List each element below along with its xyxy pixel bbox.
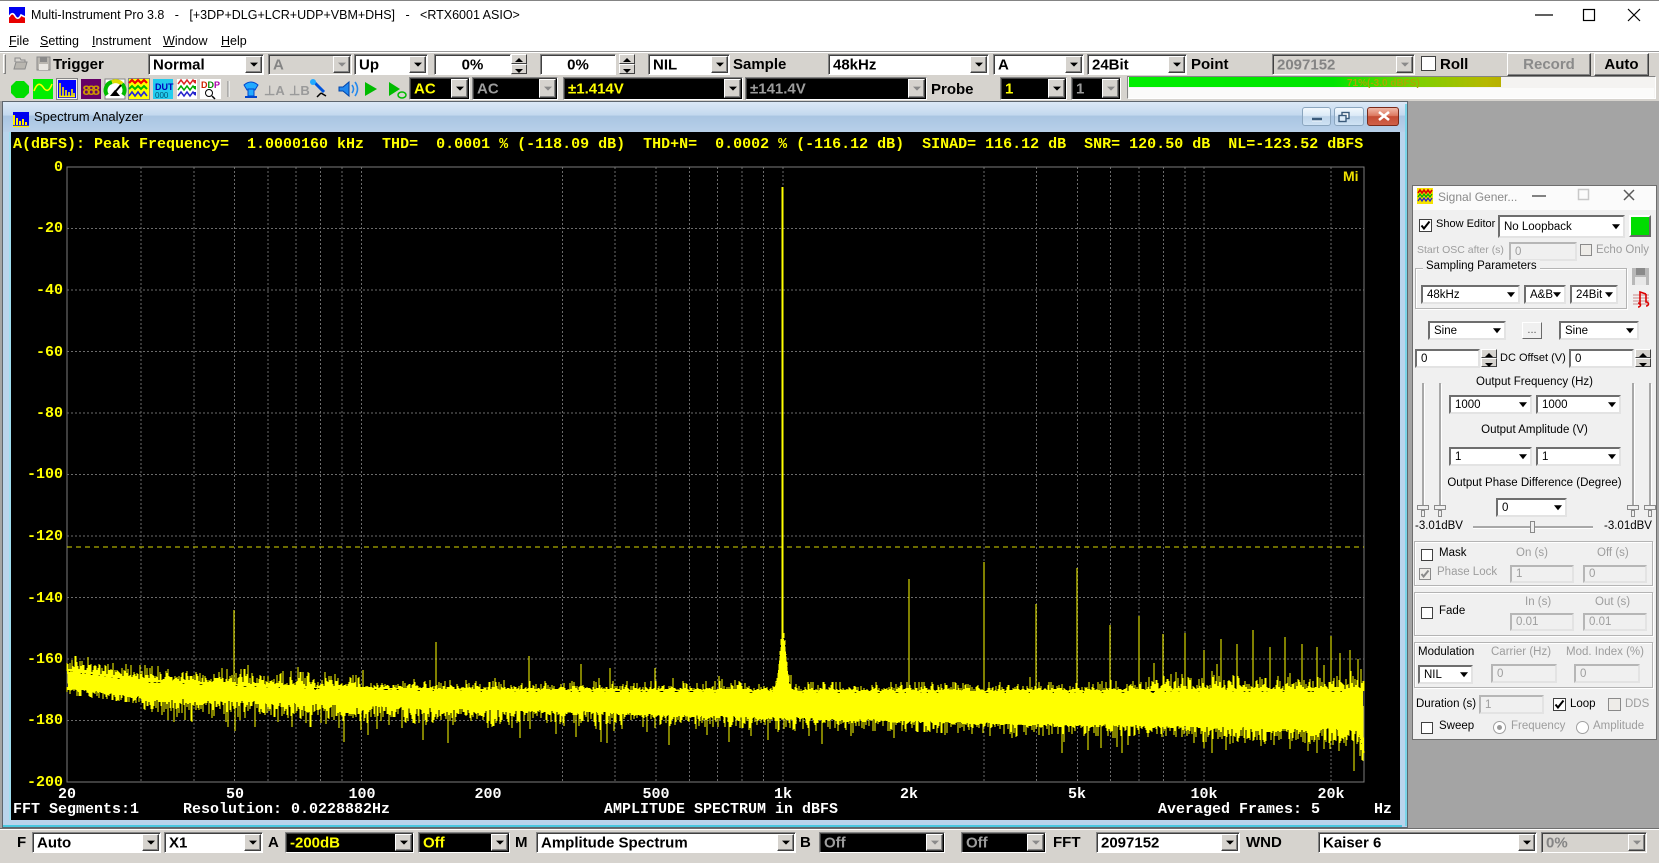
svg-text:Mi: Mi bbox=[1343, 168, 1359, 184]
